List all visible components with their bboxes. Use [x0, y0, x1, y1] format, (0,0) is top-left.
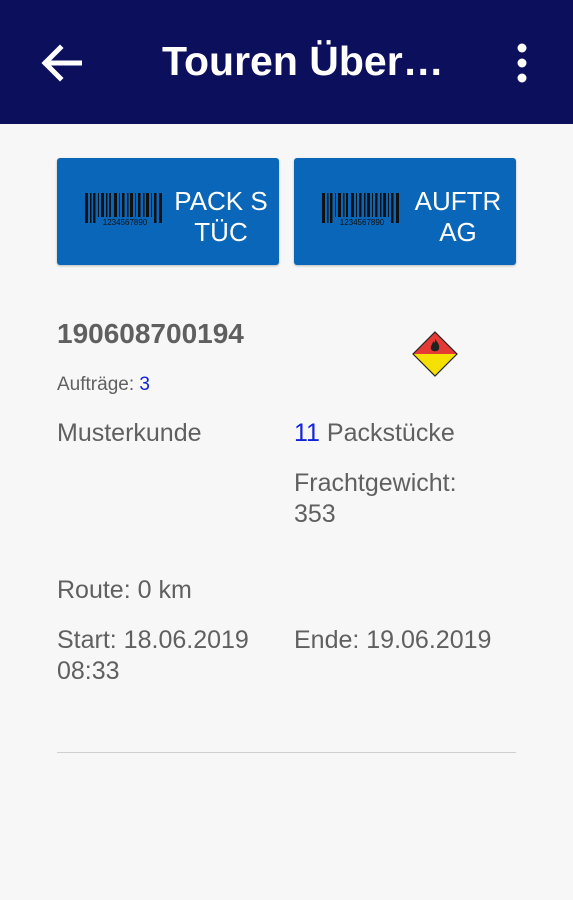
end-date: Ende: 19.06.2019	[294, 626, 492, 654]
tour-number: 190608700194	[57, 318, 244, 349]
page-title: Touren Übers…	[162, 38, 462, 84]
more-vert-icon	[517, 43, 527, 83]
more-options-button[interactable]	[504, 38, 540, 88]
divider	[57, 752, 516, 753]
orders-info: Aufträge: 3	[57, 374, 150, 396]
barcode-icon: 1234567890	[320, 191, 402, 231]
orders-label: Aufträge:	[57, 374, 135, 395]
weight-label: Frachtgewicht:	[294, 469, 457, 497]
barcode-digits: 1234567890	[340, 218, 385, 227]
barcode-digits: 1234567890	[103, 218, 148, 227]
hazard-placard-icon	[412, 331, 458, 377]
scan-packages-button[interactable]: 1234567890 PACK STÜC	[57, 158, 279, 265]
scan-orders-label: AUFTR AG	[414, 186, 502, 247]
back-button[interactable]	[36, 40, 86, 86]
scan-packages-label: PACK STÜC	[174, 186, 268, 247]
start-datetime: Start: 18.06.2019 08:33	[57, 626, 249, 685]
app-bar: Touren Übers…	[0, 0, 573, 124]
route-distance: Route: 0 km	[57, 576, 192, 604]
barcode-icon: 1234567890	[83, 191, 165, 231]
orders-count: 3	[139, 374, 150, 395]
customer-name: Musterkunde	[57, 419, 202, 447]
arrow-left-icon	[41, 44, 82, 82]
scan-orders-button[interactable]: 1234567890 AUFTR AG	[294, 158, 516, 265]
weight-value: 353	[294, 500, 336, 528]
packages-label: Packstücke	[326, 419, 455, 447]
packages-count: 11	[294, 419, 320, 447]
packages-info: 11 Packstücke	[294, 418, 455, 449]
